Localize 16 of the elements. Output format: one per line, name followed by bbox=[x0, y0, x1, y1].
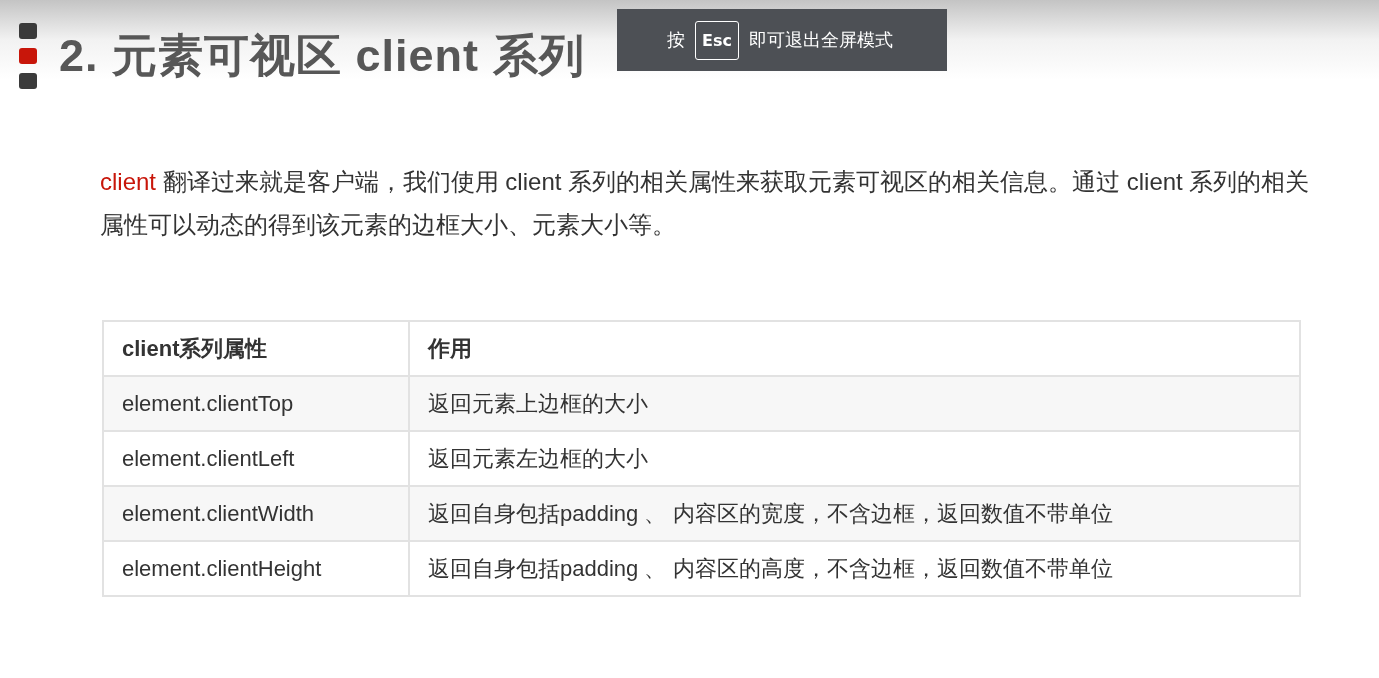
table-cell: element.clientWidth bbox=[103, 486, 409, 541]
table-cell: 返回自身包括padding 、 内容区的宽度，不含边框，返回数值不带单位 bbox=[409, 486, 1300, 541]
table-cell: 返回元素上边框的大小 bbox=[409, 376, 1300, 431]
slide-title: 2. 元素可视区 client 系列 bbox=[59, 29, 585, 83]
notice-text: 按 bbox=[667, 28, 685, 52]
table-cell: 返回自身包括padding 、 内容区的高度，不含边框，返回数值不带单位 bbox=[409, 541, 1300, 596]
esc-key: Esc bbox=[695, 20, 739, 60]
table-cell: element.clientTop bbox=[103, 376, 409, 431]
intro-paragraph: client 翻译过来就是客户端，我们使用 client 系列的相关属性来获取元素可视区的相关信息。通过 client 系列的相关属性可以动态的得到该元素的边框大小、元素大小等。 bbox=[100, 167, 1311, 240]
table-cell: element.clientLeft bbox=[103, 431, 409, 486]
table-cell: element.clientHeight bbox=[103, 541, 409, 596]
column-header: 作用 bbox=[409, 321, 1300, 376]
table-cell: 返回元素左边框的大小 bbox=[409, 431, 1300, 486]
column-header: client系列属性 bbox=[103, 321, 409, 376]
notice-text: 即可退出全屏模式 bbox=[748, 28, 893, 52]
bullet-icon bbox=[19, 23, 37, 89]
